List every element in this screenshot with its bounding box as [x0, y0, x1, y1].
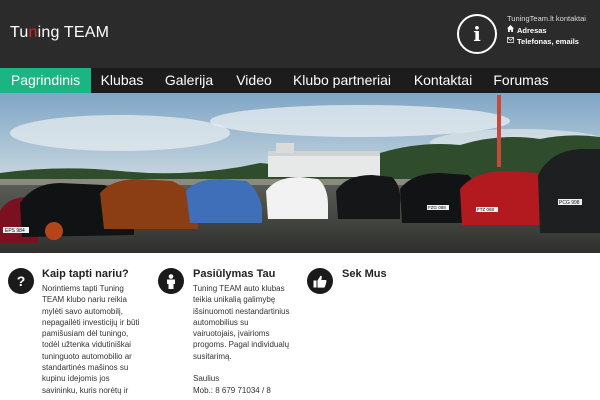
- body-line: progoms. Pagal individualų: [193, 340, 290, 350]
- nav-item-kontaktai[interactable]: Kontaktai: [401, 68, 485, 93]
- logo-suffix: ing TEAM: [37, 24, 110, 41]
- site-logo[interactable]: Tuning TEAM: [10, 24, 109, 42]
- nav-item-klubo-partneriai[interactable]: Klubo partneriai: [283, 68, 401, 93]
- logo-accent: n: [28, 24, 38, 41]
- main-nav: Pagrindinis Klubas Galerija Video Klubo …: [0, 68, 600, 93]
- plate-2: FZG 088: [428, 205, 446, 210]
- body-line: savininku, kuris norėtų ir: [42, 385, 129, 395]
- body-line: teikia unikalią galimybę: [193, 295, 276, 305]
- body-line: automobilius su: [193, 317, 249, 327]
- info-glyph: i: [473, 22, 481, 46]
- nav-item-klubas[interactable]: Klubas: [91, 68, 153, 93]
- home-icon: [507, 24, 515, 37]
- address-label: Adresas: [517, 25, 547, 35]
- column-title-membership: Kaip tapti nariu?: [42, 268, 129, 280]
- body-line: mylėti savo automobilį,: [42, 306, 123, 316]
- column-title-offer: Pasiūlymas Tau: [193, 268, 276, 280]
- contact-name: Saulius: [193, 374, 220, 384]
- envelope-icon: [507, 36, 515, 48]
- nav-item-galerija[interactable]: Galerija: [153, 68, 225, 93]
- contact-phone[interactable]: Mob.: 8 679 71034 / 8: [193, 385, 303, 396]
- body-line: Norintiems tapti Tuning: [42, 284, 124, 293]
- question-icon: ?: [8, 268, 34, 294]
- body-line: susitarimą.: [193, 351, 232, 361]
- column-title-follow: Sek Mus: [342, 268, 387, 280]
- body-line: kupinu idejomis jos: [42, 374, 110, 384]
- hero-banner: EPS 984 FZG 088 FTZ 068 PCG 998: [0, 93, 600, 253]
- plate-4: PCG 998: [559, 200, 580, 206]
- body-line: Tuning TEAM auto klubas: [193, 284, 285, 293]
- body-line: TEAM klubo nariu reikia: [42, 295, 127, 305]
- body-line: vairuotojais, įvairioms: [193, 329, 270, 339]
- body-line: tuninguoto automobilio ar: [42, 351, 132, 361]
- info-icon[interactable]: i: [457, 14, 497, 54]
- plate-1: EPS 984: [5, 228, 25, 234]
- nav-item-video[interactable]: Video: [225, 68, 283, 93]
- address-link[interactable]: Adresas: [507, 24, 586, 37]
- nav-item-forumas[interactable]: Forumas: [485, 68, 557, 93]
- hero-photo: EPS 984 FZG 088 FTZ 068 PCG 998: [0, 93, 600, 253]
- column-body-membership: Norintiems tapti Tuning TEAM klubo nariu…: [42, 283, 150, 396]
- thumbs-up-icon[interactable]: [307, 268, 333, 294]
- nav-item-pagrindinis[interactable]: Pagrindinis: [0, 68, 91, 93]
- phone-email-link[interactable]: Telefonas, emails: [507, 36, 586, 48]
- column-body-offer: Tuning TEAM auto klubas teikia unikalią …: [193, 283, 303, 396]
- body-line: išsinuomoti nestandartinius: [193, 306, 290, 316]
- body-line: todėl užtenka vidutiniškai: [42, 340, 131, 350]
- header-contacts: TuningTeam.lt kontaktai Adresas Telefona…: [507, 13, 586, 48]
- site-header: Tuning TEAM i TuningTeam.lt kontaktai Ad…: [0, 0, 600, 68]
- plate-3: FTZ 068: [477, 207, 495, 212]
- body-line: standartinės mašinos su: [42, 363, 129, 373]
- body-line: pamišusiam dėl tuningo,: [42, 329, 129, 339]
- logo-prefix: Tu: [10, 24, 29, 41]
- phone-email-label: Telefonas, emails: [517, 37, 579, 46]
- body-line: nepagailėti investicijų ir būti: [42, 317, 140, 327]
- contacts-title: TuningTeam.lt kontaktai: [507, 14, 586, 23]
- body-line: [193, 362, 303, 373]
- person-icon: [158, 268, 184, 294]
